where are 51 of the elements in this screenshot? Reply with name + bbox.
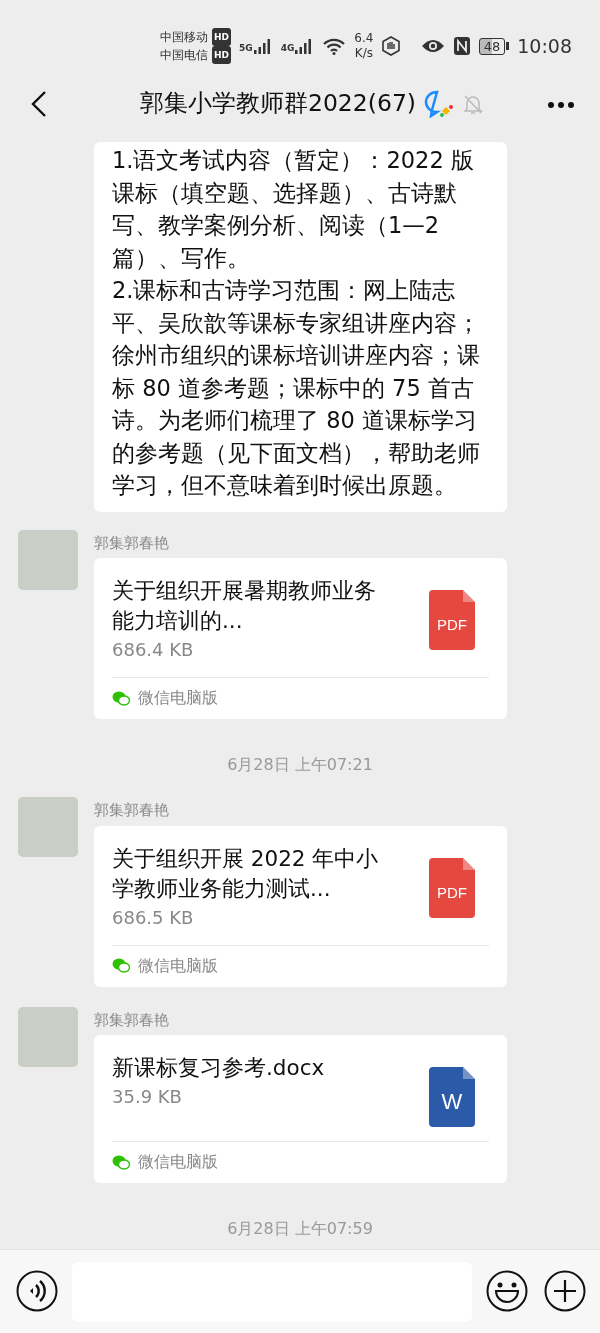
- speed-unit: K/s: [354, 46, 374, 61]
- file-size: 686.4 KB: [112, 638, 195, 662]
- status-time: 10:08: [517, 33, 572, 59]
- timestamp: 6月28日 上午07:21: [226, 754, 374, 776]
- file-size: 686.5 KB: [112, 905, 195, 930]
- emoji-button[interactable]: [486, 1270, 528, 1312]
- sender-name: 郭集郭春艳: [94, 1009, 170, 1031]
- file-source: 微信电脑版: [138, 1151, 218, 1173]
- message-bubble: 1.语文考试内容（暂定）：2022 版课标（填空题、选择题）、古诗默写、教学案例分析、阅读（1—2篇）、写作。 2.课标和古诗学习范围：网上陆志平、吴欣歆等课标专家组讲座内容；徐州市组织的课标培训讲座内容；课标 80 道参考题；课标中的 75 首古诗。为老师们梳理了 80 道课标学习的参考题（见下面文档），帮助老师学习，但不意味着到时候出原题。: [94, 142, 507, 512]
- network-type: 4G: [280, 41, 295, 55]
- wechat-icon: [112, 958, 130, 973]
- document-icon: PDF: [429, 590, 475, 650]
- hd-badge: HD: [212, 46, 231, 64]
- battery-level: 48: [478, 37, 506, 55]
- plus-button[interactable]: [544, 1270, 586, 1312]
- sender-name: 郭集郭春艳: [94, 532, 170, 554]
- wifi-icon: [322, 37, 347, 55]
- speed-value: 6.4: [354, 31, 374, 46]
- photo-placeholder: [18, 529, 78, 590]
- file-source: 微信电脑版: [138, 687, 218, 709]
- photo-placeholder: [18, 1006, 78, 1067]
- file-card[interactable]: 新课标复习参考.docx 35.9 KB W 微信电脑版: [94, 1035, 507, 1183]
- plus-icon: [544, 1270, 586, 1312]
- nfc-icon: [452, 36, 471, 56]
- voice-icon: [16, 1270, 58, 1312]
- file-size: 35.9 KB: [112, 1085, 183, 1109]
- timestamp: 6月28日 上午07:59: [226, 1218, 374, 1240]
- sender-name: 郭集郭春艳: [94, 800, 170, 821]
- chat-title: 郭集小学教师群2022(67): [139, 88, 416, 120]
- smiley-icon: [486, 1270, 528, 1312]
- document-icon: PDF: [429, 857, 475, 918]
- file-name: 关于组织开展暑期教师业务能力培训的...: [112, 577, 377, 635]
- file-card[interactable]: 关于组织开展 2022 年中小学教师业务能力测试... 686.5 KB PDF 微信电脑版: [94, 825, 507, 987]
- muted-bell-icon: [462, 93, 484, 115]
- file-source: 微信电脑版: [138, 954, 218, 977]
- eye-icon: [420, 38, 445, 54]
- file-card[interactable]: 关于组织开展暑期教师业务能力培训的... 686.4 KB PDF 微信电脑版: [94, 558, 507, 719]
- voice-button[interactable]: [16, 1270, 58, 1312]
- file-name: 关于组织开展 2022 年中小学教师业务能力测试...: [112, 844, 380, 903]
- more-icon: [547, 100, 575, 109]
- wechat-icon: [112, 690, 130, 706]
- hd-badge: HD: [212, 28, 231, 46]
- carrier-name: 中国移动: [160, 29, 208, 46]
- photo-placeholder: [18, 797, 78, 857]
- signal-icon: [252, 37, 273, 55]
- document-icon: W: [429, 1067, 475, 1127]
- back-icon: [31, 91, 47, 117]
- carrier-name: 中国电信: [160, 47, 208, 64]
- network-type: 5G: [239, 41, 253, 55]
- wechat-icon: [112, 1154, 130, 1170]
- file-name: 新课标复习参考.docx: [112, 1054, 326, 1082]
